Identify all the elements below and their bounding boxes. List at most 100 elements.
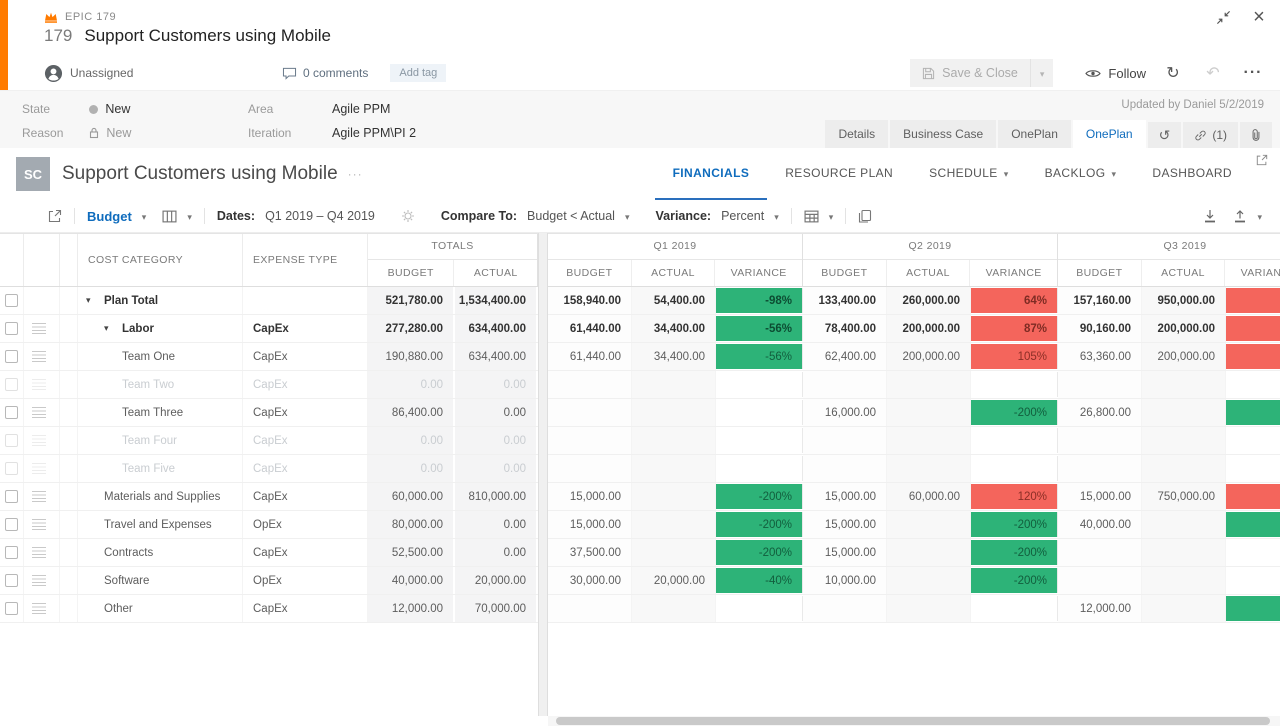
q3-actual-cell[interactable] — [1142, 427, 1226, 454]
checkbox-icon[interactable] — [5, 574, 18, 587]
q1-actual-cell[interactable] — [632, 511, 716, 538]
q1-budget-cell[interactable]: 61,440.00 — [548, 343, 632, 370]
view-selector[interactable]: Budget — [87, 209, 146, 224]
totals-budget-cell[interactable]: 0.00 — [368, 455, 455, 482]
q1-budget-cell[interactable] — [548, 427, 632, 454]
q2-variance-cell[interactable]: -200% — [971, 540, 1058, 565]
totals-actual-cell[interactable]: 0.00 — [455, 539, 538, 566]
q2-actual-cell[interactable] — [887, 511, 971, 538]
q3-variance-cell[interactable] — [1226, 344, 1280, 369]
q3-budget-cell[interactable] — [1058, 567, 1142, 594]
q1-budget-cell[interactable]: 30,000.00 — [548, 567, 632, 594]
checkbox-icon[interactable] — [5, 546, 18, 559]
checkbox-icon[interactable] — [5, 406, 18, 419]
q3-budget-cell[interactable]: 12,000.00 — [1058, 595, 1142, 622]
cost-category-cell[interactable]: Team Two — [78, 371, 243, 398]
row-menu-icon[interactable] — [32, 407, 46, 418]
q3-budget-cell[interactable]: 15,000.00 — [1058, 483, 1142, 510]
q2-actual-cell[interactable]: 260,000.00 — [887, 287, 971, 314]
popout-icon[interactable] — [1256, 154, 1268, 166]
q3-budget-cell[interactable]: 40,000.00 — [1058, 511, 1142, 538]
row-select-cell[interactable] — [0, 595, 24, 622]
row-menu-icon[interactable] — [32, 435, 46, 446]
q3-variance-cell[interactable] — [1226, 372, 1280, 397]
expense-type-cell[interactable]: CapEx — [243, 343, 368, 370]
q3-actual-cell[interactable]: 200,000.00 — [1142, 315, 1226, 342]
q2-variance-cell[interactable]: 120% — [971, 484, 1058, 509]
row-select-cell[interactable] — [0, 511, 24, 538]
row-select-cell[interactable] — [0, 371, 24, 398]
q3-variance-cell[interactable] — [1226, 596, 1280, 621]
dates-button[interactable]: Dates:Q1 2019 – Q4 2019 — [217, 209, 375, 223]
row-select-cell[interactable] — [0, 427, 24, 454]
expense-type-cell[interactable]: CapEx — [243, 371, 368, 398]
totals-budget-cell[interactable]: 86,400.00 — [368, 399, 455, 426]
q1-variance-cell[interactable]: -98% — [716, 288, 803, 313]
q1-variance-cell[interactable] — [716, 596, 803, 621]
table-row[interactable]: SoftwareOpEx40,000.0020,000.0030,000.002… — [0, 567, 1280, 595]
expense-type-cell[interactable]: OpEx — [243, 567, 368, 594]
comments-button[interactable]: 0 comments — [282, 66, 368, 80]
q1-actual-cell[interactable] — [632, 595, 716, 622]
q3-variance-cell[interactable] — [1226, 316, 1280, 341]
q2-variance-cell[interactable]: -200% — [971, 400, 1058, 425]
header-q1-actual[interactable]: ACTUAL — [632, 260, 716, 286]
table-row[interactable]: Team TwoCapEx0.000.00 — [0, 371, 1280, 399]
q2-variance-cell[interactable]: 87% — [971, 316, 1058, 341]
expense-type-cell[interactable]: CapEx — [243, 595, 368, 622]
q2-actual-cell[interactable] — [887, 567, 971, 594]
totals-actual-cell[interactable]: 634,400.00 — [455, 315, 538, 342]
expense-type-cell[interactable]: CapEx — [243, 455, 368, 482]
totals-budget-cell[interactable]: 60,000.00 — [368, 483, 455, 510]
q1-variance-cell[interactable]: -56% — [716, 344, 803, 369]
row-menu-cell[interactable] — [24, 343, 60, 370]
q3-actual-cell[interactable] — [1142, 539, 1226, 566]
table-row[interactable]: Team FourCapEx0.000.00 — [0, 427, 1280, 455]
checkbox-icon[interactable] — [5, 462, 18, 475]
q2-budget-cell[interactable]: 62,400.00 — [803, 343, 887, 370]
q1-actual-cell[interactable] — [632, 371, 716, 398]
tab-details[interactable]: Details — [825, 120, 888, 148]
expander-icon[interactable] — [104, 323, 122, 334]
q3-actual-cell[interactable]: 200,000.00 — [1142, 343, 1226, 370]
q3-actual-cell[interactable] — [1142, 511, 1226, 538]
q1-actual-cell[interactable] — [632, 399, 716, 426]
totals-budget-cell[interactable]: 0.00 — [368, 427, 455, 454]
q2-budget-cell[interactable]: 15,000.00 — [803, 539, 887, 566]
cost-category-cell[interactable]: Other — [78, 595, 243, 622]
q2-budget-cell[interactable]: 16,000.00 — [803, 399, 887, 426]
cost-category-cell[interactable]: Labor — [78, 315, 243, 342]
cost-category-cell[interactable]: Team Five — [78, 455, 243, 482]
q1-actual-cell[interactable]: 54,400.00 — [632, 287, 716, 314]
q1-budget-cell[interactable] — [548, 595, 632, 622]
iteration-value[interactable]: Agile PPM\PI 2 — [332, 126, 416, 140]
row-select-cell[interactable] — [0, 343, 24, 370]
q2-budget-cell[interactable]: 78,400.00 — [803, 315, 887, 342]
close-icon[interactable]: × — [1244, 7, 1274, 27]
q3-variance-cell[interactable] — [1226, 288, 1280, 313]
workitem-title-input[interactable]: Support Customers using Mobile — [84, 26, 331, 46]
totals-actual-cell[interactable]: 20,000.00 — [455, 567, 538, 594]
totals-actual-cell[interactable]: 634,400.00 — [455, 343, 538, 370]
header-totals-actual[interactable]: ACTUAL — [454, 260, 537, 286]
q2-actual-cell[interactable]: 60,000.00 — [887, 483, 971, 510]
checkbox-icon[interactable] — [5, 378, 18, 391]
header-q2-budget[interactable]: BUDGET — [803, 260, 887, 286]
row-select-cell[interactable] — [0, 483, 24, 510]
totals-actual-cell[interactable]: 0.00 — [455, 399, 538, 426]
tab-oneplan-1[interactable]: OnePlan — [998, 120, 1071, 148]
totals-budget-cell[interactable]: 12,000.00 — [368, 595, 455, 622]
tab-business-case[interactable]: Business Case — [890, 120, 996, 148]
cost-category-cell[interactable]: Software — [78, 567, 243, 594]
q1-budget-cell[interactable]: 15,000.00 — [548, 483, 632, 510]
cost-category-cell[interactable]: Materials and Supplies — [78, 483, 243, 510]
refresh-icon[interactable]: ↻ — [1160, 63, 1186, 83]
row-menu-cell[interactable] — [24, 455, 60, 482]
totals-budget-cell[interactable]: 40,000.00 — [368, 567, 455, 594]
header-q2-variance[interactable]: VARIANCE — [970, 260, 1057, 286]
q1-budget-cell[interactable] — [548, 455, 632, 482]
q2-budget-cell[interactable] — [803, 427, 887, 454]
tab-oneplan-2-active[interactable]: OnePlan — [1073, 120, 1146, 148]
totals-actual-cell[interactable]: 0.00 — [455, 511, 538, 538]
q3-variance-cell[interactable] — [1226, 568, 1280, 593]
